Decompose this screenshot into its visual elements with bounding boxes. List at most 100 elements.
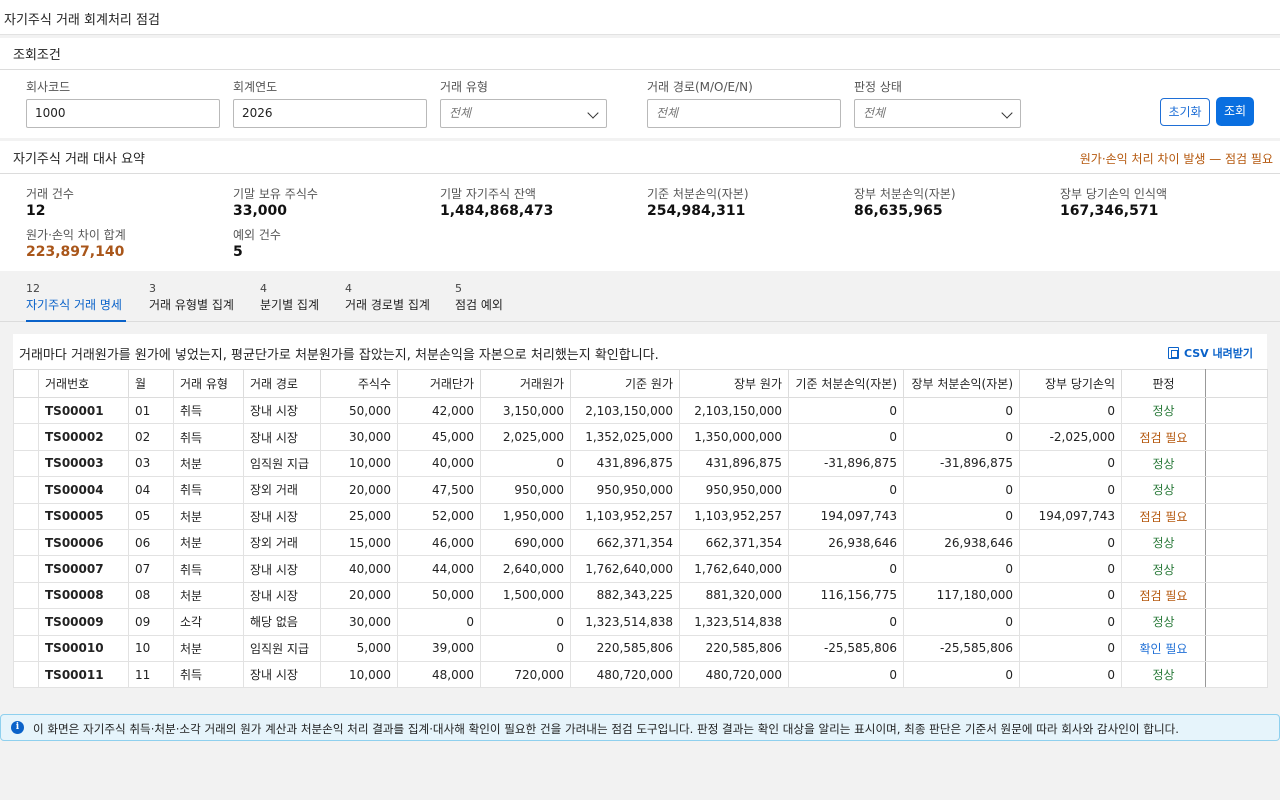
column-header[interactable]: 거래단가: [397, 369, 481, 398]
table-cell: 02: [128, 423, 174, 451]
table-cell: 0: [1019, 634, 1122, 662]
table-cell: 0: [1019, 449, 1122, 478]
verdict-cell: 정상: [1121, 528, 1206, 557]
column-header[interactable]: 장부 처분손익(자본): [903, 369, 1020, 398]
column-header[interactable]: 거래 유형: [173, 369, 244, 398]
tab-transaction-detail[interactable]: 12 자기주식 거래 명세: [26, 282, 126, 322]
table-cell: 0: [903, 502, 1020, 530]
column-header[interactable]: 주식수: [320, 369, 398, 398]
table-cell: 720,000: [480, 660, 571, 689]
transaction-id-cell: TS00002: [38, 423, 129, 451]
summary-panel: 자기주식 거래 대사 요약 원가·손익 처리 차이 발생 — 점검 필요 거래 …: [0, 141, 1280, 271]
verdict-cell: 정상: [1121, 449, 1206, 478]
tab-by-route[interactable]: 4 거래 경로별 집계: [345, 282, 430, 322]
table-cell: 임직원 지급: [243, 449, 321, 478]
table-row[interactable]: TS00007 07 취득 장내 시장 40,000 44,000 2,640,000 1,7…: [13, 555, 1268, 583]
table-row[interactable]: TS00003 03 처분 임직원 지급 10,000 40,000 0 431,896,87…: [13, 449, 1268, 478]
column-header[interactable]: 월: [128, 369, 174, 398]
filler-cell: [1205, 396, 1268, 425]
tab-bar: 12 자기주식 거래 명세 3 거래 유형별 집계 4 분기별 집계 4 거래 …: [0, 278, 1280, 322]
table-cell: 1,352,025,000: [570, 423, 680, 451]
table-cell: 194,097,743: [788, 502, 904, 530]
row-select-cell[interactable]: [13, 396, 39, 425]
tab-by-type[interactable]: 3 거래 유형별 집계: [149, 282, 234, 322]
row-select-cell[interactable]: [13, 476, 39, 504]
table-row[interactable]: TS00005 05 처분 장내 시장 25,000 52,000 1,950,000 1,1…: [13, 502, 1268, 530]
transaction-id-cell: TS00008: [38, 581, 129, 610]
row-select-cell[interactable]: [13, 555, 39, 583]
table-cell: 1,323,514,838: [679, 608, 789, 636]
table-cell: 0: [397, 608, 481, 636]
column-header[interactable]: 기준 처분손익(자본): [788, 369, 904, 398]
table-cell: 0: [1019, 660, 1122, 689]
trade-type-select[interactable]: 전체: [440, 99, 607, 128]
row-select-cell[interactable]: [13, 528, 39, 557]
table-cell: 3,150,000: [480, 396, 571, 425]
tab-count: 5: [455, 282, 462, 295]
table-row[interactable]: TS00004 04 취득 장외 거래 20,000 47,500 950,000 950,9…: [13, 476, 1268, 504]
verdict-status-select[interactable]: 전체: [854, 99, 1021, 128]
table-row[interactable]: TS00008 08 처분 장내 시장 20,000 50,000 1,500,000 882…: [13, 581, 1268, 610]
table-cell: 220,585,806: [570, 634, 680, 662]
csv-download-button[interactable]: CSV 내려받기: [1167, 345, 1253, 361]
filler-column: [1205, 369, 1268, 398]
table-row[interactable]: TS00001 01 취득 장내 시장 50,000 42,000 3,150,000 2,1…: [13, 396, 1268, 425]
table-cell: 45,000: [397, 423, 481, 451]
company-code-input[interactable]: 1000: [26, 99, 220, 128]
column-header[interactable]: 거래원가: [480, 369, 571, 398]
column-header[interactable]: 장부 당기손익: [1019, 369, 1122, 398]
kpi-value: 167,346,571: [1060, 203, 1159, 219]
row-select-cell[interactable]: [13, 634, 39, 662]
table-cell: 1,350,000,000: [679, 423, 789, 451]
table-row[interactable]: TS00011 11 취득 장내 시장 10,000 48,000 720,000 480,7…: [13, 660, 1268, 689]
kpi-label: 거래 건수: [26, 187, 74, 201]
table-cell: 처분: [173, 449, 244, 478]
table-cell: 1,762,640,000: [570, 555, 680, 583]
row-select-cell[interactable]: [13, 608, 39, 636]
column-header[interactable]: 거래 경로: [243, 369, 321, 398]
table-cell: 46,000: [397, 528, 481, 557]
tab-label: 점검 예외: [455, 298, 503, 312]
table-cell: 09: [128, 608, 174, 636]
table-cell: 5,000: [320, 634, 398, 662]
filler-cell: [1205, 423, 1268, 451]
info-icon: i: [11, 721, 24, 734]
table-cell: 0: [788, 555, 904, 583]
table-row[interactable]: TS00002 02 취득 장내 시장 30,000 45,000 2,025,000 1,3…: [13, 423, 1268, 451]
kpi-value: 12: [26, 203, 46, 219]
trade-route-input[interactable]: 전체: [647, 99, 841, 128]
table-row[interactable]: TS00010 10 처분 임직원 지급 5,000 39,000 0 220,585,806…: [13, 634, 1268, 662]
table-cell: 20,000: [320, 476, 398, 504]
transaction-id-cell: TS00005: [38, 502, 129, 530]
row-select-cell[interactable]: [13, 581, 39, 610]
table-cell: 950,000: [480, 476, 571, 504]
table-cell: 48,000: [397, 660, 481, 689]
row-select-cell[interactable]: [13, 502, 39, 530]
table-cell: 40,000: [320, 555, 398, 583]
column-header[interactable]: 거래번호: [38, 369, 129, 398]
fiscal-year-input[interactable]: 2026: [233, 99, 427, 128]
table-row[interactable]: TS00006 06 처분 장외 거래 15,000 46,000 690,000 662,3…: [13, 528, 1268, 557]
table-cell: 2,103,150,000: [570, 396, 680, 425]
reset-button[interactable]: 초기화: [1160, 98, 1210, 126]
table-cell: 임직원 지급: [243, 634, 321, 662]
verdict-cell: 정상: [1121, 476, 1206, 504]
column-header[interactable]: 판정: [1121, 369, 1206, 398]
row-select-cell[interactable]: [13, 660, 39, 689]
tab-label: 거래 경로별 집계: [345, 298, 430, 312]
download-icon: [1167, 347, 1179, 359]
table-row[interactable]: TS00009 09 소각 해당 없음 30,000 0 0 1,323,514,838 1,3…: [13, 608, 1268, 636]
search-button[interactable]: 조회: [1216, 97, 1254, 126]
tab-count: 3: [149, 282, 156, 295]
transaction-id-cell: TS00006: [38, 528, 129, 557]
tab-by-quarter[interactable]: 4 분기별 집계: [260, 282, 319, 322]
column-header[interactable]: 기준 원가: [570, 369, 680, 398]
verdict-cell: 점검 필요: [1121, 423, 1206, 451]
tab-exceptions[interactable]: 5 점검 예외: [455, 282, 503, 322]
row-select-cell[interactable]: [13, 423, 39, 451]
column-header[interactable]: 장부 원가: [679, 369, 789, 398]
row-select-cell[interactable]: [13, 449, 39, 478]
tab-count: 4: [260, 282, 267, 295]
filler-cell: [1205, 502, 1268, 530]
table-cell: 10: [128, 634, 174, 662]
